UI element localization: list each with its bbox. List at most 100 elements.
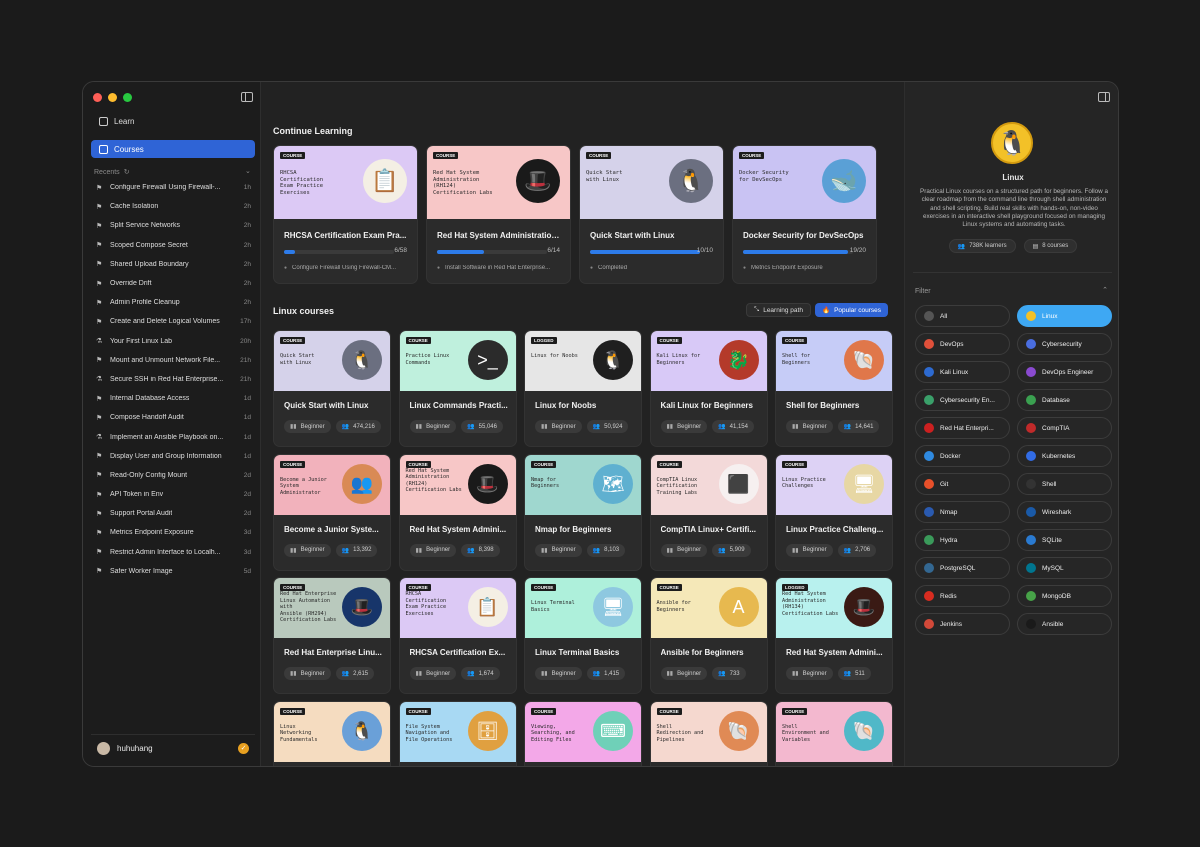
recent-item[interactable]: ⚑ Shared Upload Boundary 2h	[91, 255, 255, 274]
recent-item[interactable]: ⚑ Internal Database Access 1d	[91, 389, 255, 408]
recent-item[interactable]: ⚑ Display User and Group Information 1d	[91, 447, 255, 466]
minimize-window-button[interactable]	[108, 93, 117, 102]
filter-cybersecurity-en[interactable]: Cybersecurity En...	[915, 389, 1010, 411]
course-card[interactable]: COURSE Viewing, Searching, and Editing Fi…	[524, 700, 642, 766]
level-label: Beginner	[677, 423, 702, 430]
course-card[interactable]: COURSE Kali Linux for Beginners 🐉 Kali Linu…	[649, 330, 768, 447]
recent-item[interactable]: ⚑ Split Service Networks 2h	[91, 216, 255, 235]
recent-item[interactable]: ⚑ Safer Worker Image 5d	[91, 562, 255, 581]
filter-kubernetes[interactable]: Kubernetes	[1017, 445, 1112, 467]
recent-item[interactable]: ⚑ Metrics Endpoint Exposure 3d	[91, 523, 255, 542]
close-window-button[interactable]	[93, 93, 102, 102]
learning-path-button[interactable]: ⤡ Learning path	[746, 303, 811, 317]
continue-card[interactable]: COURSE Quick Start with Linux 🐧 Quick Start…	[579, 145, 724, 284]
course-card[interactable]: LOGGED Red Hat System Administration (RH1…	[775, 577, 893, 694]
continue-card[interactable]: COURSE RHCSA Certification Exam Practice …	[273, 145, 418, 284]
continue-card[interactable]: COURSE Red Hat System Administration (RH1…	[426, 145, 571, 284]
recent-item[interactable]: ⚑ Support Portal Audit 2d	[91, 504, 255, 523]
course-card[interactable]: COURSE Red Hat System Administration (RH1…	[398, 453, 517, 571]
recent-item[interactable]: ⚑ Read-Only Config Mount 2d	[91, 466, 255, 485]
filter-red-hat-enterpri[interactable]: Red Hat Enterpri...	[915, 417, 1010, 439]
course-card[interactable]: COURSE File System Navigation and File Op…	[398, 700, 517, 766]
course-card[interactable]: COURSE RHCSA Certification Exam Practice …	[398, 577, 517, 694]
course-card[interactable]: COURSE Practice Linux Commands >_ Linux Com…	[398, 330, 517, 447]
course-meta: ▮▮ Beginner 👥 55,046	[409, 420, 503, 433]
course-card[interactable]: COURSE Shell for Beginners 🐚 Shell for Begi…	[775, 330, 893, 447]
refresh-icon[interactable]: ↻	[124, 168, 130, 176]
recent-item-time: 3d	[243, 548, 251, 556]
course-card[interactable]: COURSE Linux Practice Challenges 🖥 Linux Pr…	[775, 453, 893, 571]
course-art-icon: 🎩	[844, 587, 884, 627]
filter-sqlite[interactable]: SQLite	[1017, 529, 1112, 551]
course-card[interactable]: LOGGED Linux for Noobs 🐧 Linux for Noobs ▮▮ B…	[524, 330, 642, 447]
filter-jenkins[interactable]: Jenkins	[915, 613, 1010, 635]
filter-devops[interactable]: DevOps	[915, 333, 1010, 355]
panel-toggle-icon[interactable]	[1098, 92, 1110, 102]
continue-learning-title: Continue Learning	[273, 126, 353, 136]
recent-item[interactable]: ⚗ Implement an Ansible Playbook on... 1d	[91, 427, 255, 446]
git-icon	[924, 479, 934, 489]
course-card[interactable]: COURSE Become a Junior System Administrat…	[273, 453, 391, 571]
recent-item[interactable]: ⚑ Create and Delete Logical Volumes 17h	[91, 312, 255, 331]
filter-all[interactable]: All	[915, 305, 1010, 327]
filter-database[interactable]: Database	[1017, 389, 1112, 411]
recent-item[interactable]: ⚑ API Token in Env 2d	[91, 485, 255, 504]
thumbnail-title: File System Navigation and File Operatio…	[405, 723, 453, 743]
nav-learn[interactable]: Learn	[99, 117, 134, 126]
learners-count: 41,154	[729, 423, 748, 430]
recent-item[interactable]: ⚑ Scoped Compose Secret 2h	[91, 236, 255, 255]
filter-wireshark[interactable]: Wireshark	[1017, 501, 1112, 523]
recent-item[interactable]: ⚗ Secure SSH in Red Hat Enterprise... 21h	[91, 370, 255, 389]
recent-item[interactable]: ⚑ Restrict Admin Interface to Localh... 3d	[91, 543, 255, 562]
filter-devops-engineer[interactable]: DevOps Engineer	[1017, 361, 1112, 383]
filter-linux[interactable]: Linux	[1017, 305, 1112, 327]
filter-ansible[interactable]: Ansible	[1017, 613, 1112, 635]
course-card[interactable]: COURSE Shell Environment and Variables 🐚	[775, 700, 893, 766]
course-card[interactable]: COURSE Nmap for Beginners 🗺 Nmap for Beginn…	[524, 453, 642, 571]
filter-kali-linux[interactable]: Kali Linux	[915, 361, 1010, 383]
course-card[interactable]: COURSE Linux Terminal Basics 🖥 Linux Termin…	[524, 577, 642, 694]
course-card[interactable]: COURSE Ansible for Beginners A Ansible for …	[649, 577, 768, 694]
recent-item[interactable]: ⚑ Configure Firewall Using Firewall-... 1h	[91, 178, 255, 197]
recent-item[interactable]: ⚑ Override Drift 2h	[91, 274, 255, 293]
filter-redis[interactable]: Redis	[915, 585, 1010, 607]
recent-item[interactable]: ⚗ Your First Linux Lab 20h	[91, 332, 255, 351]
nav-courses[interactable]: Courses	[91, 140, 255, 158]
zoom-window-button[interactable]	[123, 93, 132, 102]
thumbnail-title: Linux Practice Challenges	[782, 476, 826, 490]
progress-fill	[590, 250, 700, 254]
filter-postgresql[interactable]: PostgreSQL	[915, 557, 1010, 579]
filter-label: PostgreSQL	[940, 564, 976, 572]
popular-courses-button[interactable]: 🔥 Popular courses	[814, 303, 889, 317]
filter-mongodb[interactable]: MongoDB	[1017, 585, 1112, 607]
chevron-up-icon[interactable]: ⌃	[1102, 286, 1108, 294]
continue-card[interactable]: COURSE Docker Security for DevSecOps 🐋 Dock…	[732, 145, 877, 284]
recents-header[interactable]: Recents ↻	[94, 168, 130, 177]
course-thumbnail: COURSE File System Navigation and File Op…	[399, 701, 516, 762]
filter-shell[interactable]: Shell	[1017, 473, 1112, 495]
filter-nmap[interactable]: Nmap	[915, 501, 1010, 523]
course-card[interactable]: COURSE CompTIA Linux Certification Traini…	[649, 453, 768, 571]
recent-item[interactable]: ⚑ Cache Isolation 2h	[91, 197, 255, 216]
flag-icon: ⚑	[96, 395, 103, 403]
filter-docker[interactable]: Docker	[915, 445, 1010, 467]
course-meta: ▮▮ Beginner 👥 8,103	[535, 543, 626, 557]
course-tag: COURSE	[739, 152, 765, 159]
recent-item[interactable]: ⚑ Admin Profile Cleanup 2h	[91, 293, 255, 312]
filter-comptia[interactable]: CompTIA	[1017, 417, 1112, 439]
course-card[interactable]: COURSE Linux Networking Fundamentals 🐧	[273, 700, 391, 766]
course-meta: ▮▮ Beginner 👥 41,154	[660, 420, 754, 433]
filter-mysql[interactable]: MySQL	[1017, 557, 1112, 579]
user-profile[interactable]: huhuhang ✓	[91, 734, 255, 762]
filter-hydra[interactable]: Hydra	[915, 529, 1010, 551]
chevron-down-icon[interactable]: ⌄	[245, 167, 251, 175]
recent-item[interactable]: ⚑ Compose Handoff Audit 1d	[91, 408, 255, 427]
course-card[interactable]: COURSE Shell Redirection and Pipelines 🐚	[649, 700, 768, 766]
level-label: Beginner	[802, 670, 827, 677]
sidebar-toggle-icon[interactable]	[241, 92, 253, 102]
recent-item[interactable]: ⚑ Mount and Unmount Network File... 21h	[91, 351, 255, 370]
filter-git[interactable]: Git	[915, 473, 1010, 495]
course-card[interactable]: COURSE Red Hat Enterprise Linux Automatio…	[273, 577, 391, 694]
course-card[interactable]: COURSE Quick Start with Linux 🐧 Quick Start…	[273, 330, 391, 447]
filter-cybersecurity[interactable]: Cybersecurity	[1017, 333, 1112, 355]
